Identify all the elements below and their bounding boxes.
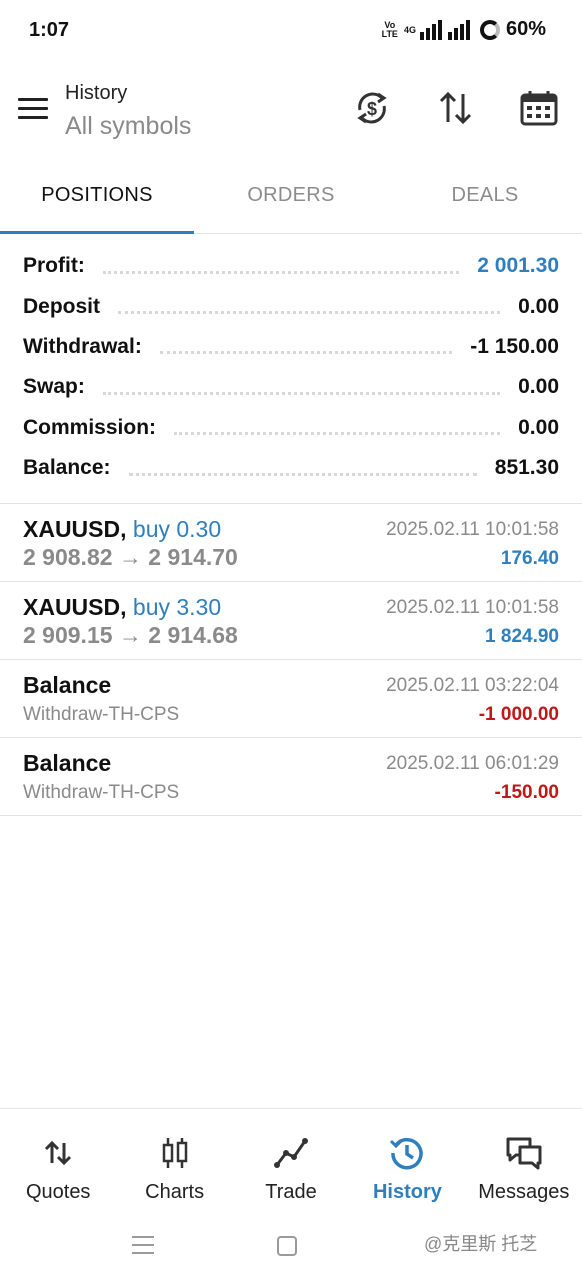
item-symbol: XAUUSD, buy 3.30 bbox=[23, 594, 221, 621]
page-title: History bbox=[65, 82, 128, 104]
summary-label: Swap: bbox=[23, 375, 85, 399]
summary-value: 0.00 bbox=[518, 415, 559, 439]
item-timestamp: 2025.02.11 10:01:58 bbox=[386, 597, 559, 618]
signal-icon-2 bbox=[447, 19, 470, 40]
network-type: 4G bbox=[403, 24, 416, 35]
dot-leader bbox=[159, 351, 453, 355]
status-bar: 1:07 Vo LTE 4G 60% bbox=[0, 0, 582, 62]
trade-side: buy 3.30 bbox=[132, 594, 222, 620]
dot-leader bbox=[128, 472, 477, 476]
list-item[interactable]: XAUUSD, buy 0.30 2 908.82 → 2 914.70 202… bbox=[0, 504, 582, 582]
symbol-name: XAUUSD, bbox=[23, 594, 127, 620]
item-comment: Withdraw-TH-CPS bbox=[23, 704, 180, 725]
summary-row-deposit: Deposit 0.00 bbox=[0, 286, 582, 326]
list-item[interactable]: XAUUSD, buy 3.30 2 909.15 → 2 914.68 202… bbox=[0, 582, 582, 660]
item-profit: 1 824.90 bbox=[485, 626, 559, 647]
summary-value: 851.30 bbox=[494, 456, 559, 480]
item-timestamp: 2025.02.11 06:01:29 bbox=[386, 753, 559, 774]
tab-deals[interactable]: DEALS bbox=[388, 158, 582, 233]
symbol-filter[interactable]: All symbols bbox=[65, 112, 191, 141]
volte-indicator: Vo LTE bbox=[381, 20, 398, 39]
signal-icon bbox=[419, 19, 442, 40]
nav-label: Quotes bbox=[25, 1181, 91, 1203]
item-timestamp: 2025.02.11 03:22:04 bbox=[386, 675, 559, 696]
nav-history[interactable]: History bbox=[349, 1109, 465, 1216]
summary-row-commission: Commission: 0.00 bbox=[0, 408, 582, 448]
item-profit: -150.00 bbox=[494, 782, 559, 803]
nav-label: Trade bbox=[265, 1181, 317, 1203]
summary-row-profit: Profit: 2 001.30 bbox=[0, 246, 582, 286]
app-header: History All symbols $ bbox=[0, 62, 582, 158]
nav-label: History bbox=[372, 1181, 442, 1203]
item-comment: Withdraw-TH-CPS bbox=[23, 782, 180, 803]
dot-leader bbox=[174, 432, 501, 436]
bottom-nav: Quotes Charts Trade History Messages bbox=[0, 1108, 582, 1216]
item-timestamp: 2025.02.11 10:01:58 bbox=[386, 519, 559, 540]
summary-value: -1 150.00 bbox=[470, 334, 559, 358]
summary-value: 2 001.30 bbox=[477, 254, 559, 278]
status-indicators: Vo LTE 4G 60% bbox=[382, 18, 546, 41]
battery-icon bbox=[479, 19, 500, 40]
nav-messages[interactable]: Messages bbox=[466, 1109, 582, 1216]
history-icon bbox=[390, 1137, 424, 1170]
messages-icon bbox=[506, 1137, 542, 1170]
summary-label: Profit: bbox=[23, 254, 85, 278]
dot-leader bbox=[102, 391, 501, 395]
status-time: 1:07 bbox=[29, 19, 70, 41]
tab-positions[interactable]: POSITIONS bbox=[0, 158, 194, 234]
svg-text:$: $ bbox=[367, 99, 377, 119]
item-profit: -1 000.00 bbox=[478, 704, 559, 725]
list-item[interactable]: Balance Withdraw-TH-CPS 2025.02.11 06:01… bbox=[0, 738, 582, 816]
nav-label: Charts bbox=[145, 1181, 205, 1203]
item-symbol: Balance bbox=[23, 672, 112, 698]
sort-icon[interactable] bbox=[436, 88, 476, 128]
symbol-name: XAUUSD, bbox=[23, 516, 127, 542]
item-symbol: Balance bbox=[23, 750, 112, 776]
summary-label: Balance: bbox=[23, 456, 111, 480]
nav-quotes[interactable]: Quotes bbox=[0, 1109, 116, 1216]
menu-icon[interactable] bbox=[18, 98, 48, 122]
price-change: 2 908.82 → 2 914.70 bbox=[23, 544, 238, 570]
trade-icon bbox=[274, 1138, 309, 1168]
item-profit: 176.40 bbox=[500, 548, 559, 569]
summary-label: Commission: bbox=[23, 415, 157, 439]
price-change: 2 909.15 → 2 914.68 bbox=[23, 622, 238, 648]
summary-panel: Profit: 2 001.30 Deposit 0.00 Withdrawal… bbox=[0, 246, 582, 488]
summary-row-withdrawal: Withdrawal: -1 150.00 bbox=[0, 327, 582, 367]
history-list: XAUUSD, buy 0.30 2 908.82 → 2 914.70 202… bbox=[0, 504, 582, 816]
dot-leader bbox=[102, 270, 460, 274]
recent-apps-icon[interactable] bbox=[132, 1236, 154, 1258]
item-symbol: XAUUSD, buy 0.30 bbox=[23, 516, 221, 543]
summary-row-swap: Swap: 0.00 bbox=[0, 367, 582, 407]
battery-percent: 60% bbox=[505, 18, 546, 40]
system-nav-bar: @克里斯 托芝 bbox=[0, 1216, 582, 1280]
summary-value: 0.00 bbox=[518, 375, 559, 399]
calendar-icon[interactable] bbox=[519, 88, 559, 128]
currency-sync-icon[interactable]: $ bbox=[352, 88, 392, 128]
trade-side: buy 0.30 bbox=[132, 516, 222, 542]
quotes-icon bbox=[45, 1140, 72, 1166]
home-icon[interactable] bbox=[277, 1236, 297, 1256]
nav-trade[interactable]: Trade bbox=[233, 1109, 349, 1216]
summary-label: Deposit bbox=[23, 294, 101, 318]
nav-charts[interactable]: Charts bbox=[116, 1109, 232, 1216]
charts-icon bbox=[162, 1138, 187, 1168]
nav-label: Messages bbox=[478, 1181, 570, 1203]
list-item[interactable]: Balance Withdraw-TH-CPS 2025.02.11 03:22… bbox=[0, 660, 582, 738]
volte-bottom: LTE bbox=[381, 28, 398, 39]
dot-leader bbox=[118, 311, 501, 315]
summary-row-balance: Balance: 851.30 bbox=[0, 448, 582, 488]
summary-value: 0.00 bbox=[518, 294, 559, 318]
summary-label: Withdrawal: bbox=[23, 334, 142, 358]
history-tabs: POSITIONS ORDERS DEALS bbox=[0, 158, 582, 234]
watermark: @克里斯 托芝 bbox=[424, 1234, 538, 1254]
tab-orders[interactable]: ORDERS bbox=[194, 158, 388, 233]
